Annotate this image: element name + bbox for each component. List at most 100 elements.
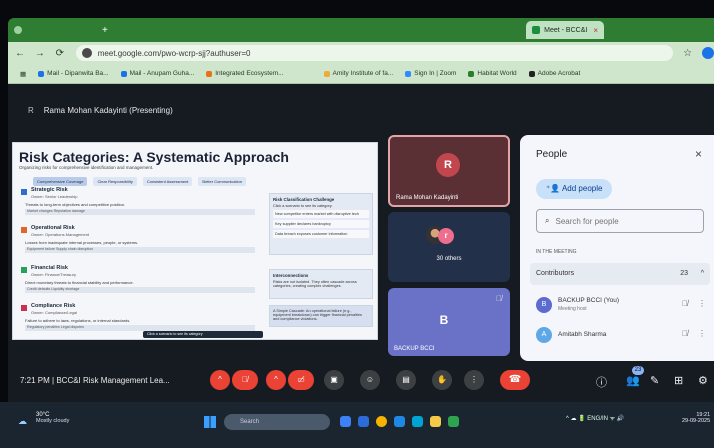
participant-row[interactable]: B BACKUP BCCI (You) Meeting host 🎙̸ ⋮ xyxy=(534,295,710,317)
meeting-time-title: 7:21 PM | BCC&I Risk Management Lea... xyxy=(20,376,170,385)
host-controls-icon[interactable]: ⚙ xyxy=(698,374,708,387)
file-explorer-icon[interactable] xyxy=(430,416,441,427)
bookmark-item[interactable]: Integrated Ecosystem... xyxy=(206,70,284,77)
cascade-panel: A Simple Cascade: An operational failure… xyxy=(269,305,373,327)
slide-title: Risk Categories: A Systematic Approach xyxy=(19,149,289,165)
browser-tab[interactable] xyxy=(14,21,22,39)
bookmark-item[interactable]: Sign In | Zoom xyxy=(405,70,456,77)
tile-name: Rama Mohan Kadayinti xyxy=(396,195,459,201)
app-icon[interactable] xyxy=(448,416,459,427)
bookmark-star-icon[interactable]: ☆ xyxy=(683,48,692,59)
url-field[interactable]: meet.google.com/pwo-wcrp-sjj?authuser=0 xyxy=(75,45,674,61)
risk-financial: Financial Risk Owner: Finance/Treasury D… xyxy=(19,265,259,305)
more-options-icon[interactable]: ⋮ xyxy=(698,329,706,338)
close-tab-icon[interactable]: × xyxy=(593,26,598,35)
app-icon[interactable] xyxy=(412,416,423,427)
info-icon[interactable]: ⓘ xyxy=(596,374,607,390)
bookmark-icon xyxy=(206,70,213,77)
others-count: 30 others xyxy=(436,256,462,262)
add-people-button[interactable]: ⁺👤 Add people xyxy=(536,179,613,199)
risk-marker xyxy=(21,305,27,311)
bookmark-item[interactable]: Amity Institute of fa... xyxy=(323,70,393,77)
add-person-icon: ⁺👤 xyxy=(546,184,562,193)
people-icon[interactable]: 👥 xyxy=(626,374,640,387)
participant-row[interactable]: A Amitabh Sharma 🎙̸ ⋮ xyxy=(534,325,710,347)
avatar: B xyxy=(439,313,449,327)
chevron-up-icon[interactable]: ^ xyxy=(701,263,704,285)
close-icon[interactable]: × xyxy=(695,147,702,161)
chrome-icon[interactable] xyxy=(376,416,387,427)
bookmark-item[interactable]: Mail - Dipanwita Ba... xyxy=(38,70,109,77)
activities-icon[interactable]: ⊞ xyxy=(674,374,683,387)
slide-tabs: Comprehensive Coverage Clear Responsibil… xyxy=(33,177,252,186)
taskview-icon[interactable] xyxy=(340,416,351,427)
audio-options-button[interactable]: ^ xyxy=(210,370,230,390)
mic-toggle-button[interactable]: 🎙̸ xyxy=(232,370,258,390)
risk-marker xyxy=(21,267,27,273)
bookmark-item[interactable]: Habitat World xyxy=(468,70,517,77)
bookmark-icon xyxy=(405,70,412,77)
system-tray[interactable]: ^ ☁ 🔋 ENG/IN ᯤ 🔊 xyxy=(566,414,624,422)
end-call-button[interactable]: ☎ xyxy=(500,370,530,390)
presenter-label: R Rama Mohan Kadayinti (Presenting) xyxy=(28,106,173,115)
forward-icon[interactable]: → xyxy=(32,48,48,59)
tile-name: BACKUP BCCI xyxy=(394,346,435,352)
slide-tab: Clear Responsibility xyxy=(93,177,137,186)
video-options-button[interactable]: ^ xyxy=(266,370,286,390)
meet-controls-bar: 7:21 PM | BCC&I Risk Management Lea... ^… xyxy=(0,362,714,402)
panel-title: People xyxy=(536,149,568,160)
taskbar-search[interactable]: Search xyxy=(224,414,330,430)
search-input[interactable] xyxy=(555,216,686,226)
raise-hand-button[interactable]: ✋ xyxy=(432,370,452,390)
bookmark-icon xyxy=(38,70,45,77)
start-button[interactable] xyxy=(204,416,216,428)
browser-tab-meet[interactable]: Meet - BCC&I × xyxy=(526,21,604,39)
more-options-button[interactable]: ⋮ xyxy=(464,370,484,390)
participant-tile-rama[interactable]: R Rama Mohan Kadayinti xyxy=(388,135,510,207)
present-button[interactable]: ▣ xyxy=(324,370,344,390)
presented-slide: Risk Categories: A Systematic Approach O… xyxy=(12,142,378,340)
bookmark-icon xyxy=(528,70,535,77)
risk-marker xyxy=(21,227,27,233)
emoji-button[interactable]: ☺ xyxy=(360,370,380,390)
weather-widget[interactable]: 30°C Mostly cloudy xyxy=(36,412,69,424)
bookmark-item[interactable]: Adobe Acrobat xyxy=(528,70,580,77)
new-tab-button[interactable]: + xyxy=(102,21,108,39)
search-people-field[interactable]: ⌕ xyxy=(536,209,704,233)
section-label: IN THE MEETING xyxy=(536,249,577,255)
captions-button[interactable]: ▤ xyxy=(396,370,416,390)
contributors-header[interactable]: Contributors 23 ^ xyxy=(530,263,710,285)
reload-icon[interactable]: ⟳ xyxy=(52,48,68,59)
mic-off-icon: 🎙̸ xyxy=(496,294,502,303)
taskbar-clock[interactable]: 19:21 29-09-2025 xyxy=(682,412,710,424)
site-info-icon[interactable] xyxy=(81,48,92,58)
bookmark-icon xyxy=(323,70,330,77)
chat-icon[interactable]: ✎ xyxy=(650,374,659,387)
slide-tab: Consistent Assessment xyxy=(142,177,193,186)
more-options-icon[interactable]: ⋮ xyxy=(698,299,706,308)
meet-favicon xyxy=(532,26,541,34)
tab-favicon xyxy=(14,26,22,34)
avatar: A xyxy=(536,327,552,343)
slide-tab: Comprehensive Coverage xyxy=(33,177,88,186)
apps-icon[interactable]: ▦ xyxy=(20,70,26,78)
avatar: R xyxy=(436,153,460,177)
bookmarks-bar: ▦ Mail - Dipanwita Ba... Mail - Anupam G… xyxy=(8,64,714,84)
profile-avatar[interactable] xyxy=(702,47,714,59)
participant-tile-others[interactable]: r 30 others xyxy=(388,212,510,282)
app-icon[interactable] xyxy=(394,416,405,427)
avatar: r xyxy=(438,228,454,244)
app-icon[interactable] xyxy=(358,416,369,427)
browser-tab-strip: + Meet - BCC&I × xyxy=(8,18,714,42)
back-icon[interactable]: ← xyxy=(12,48,28,59)
bookmark-item[interactable]: Mail - Anupam Guha... xyxy=(120,70,194,77)
photo-frame: + Meet - BCC&I × ← → ⟳ meet.google.com/p… xyxy=(0,0,714,448)
interconnections-panel: Interconnections Risks are not isolated.… xyxy=(269,269,373,299)
participant-tile-backup[interactable]: 🎙̸ B BACKUP BCCI xyxy=(388,288,510,356)
weather-icon: ☁ xyxy=(18,416,27,426)
address-bar-row: ← → ⟳ meet.google.com/pwo-wcrp-sjj?authu… xyxy=(8,42,714,64)
mic-off-icon[interactable]: 🎙̸ xyxy=(682,299,688,308)
camera-toggle-button[interactable]: ▭̸ xyxy=(288,370,314,390)
mic-off-icon[interactable]: 🎙̸ xyxy=(682,329,688,338)
people-panel: People × ⁺👤 Add people ⌕ IN THE MEETING … xyxy=(520,135,714,361)
